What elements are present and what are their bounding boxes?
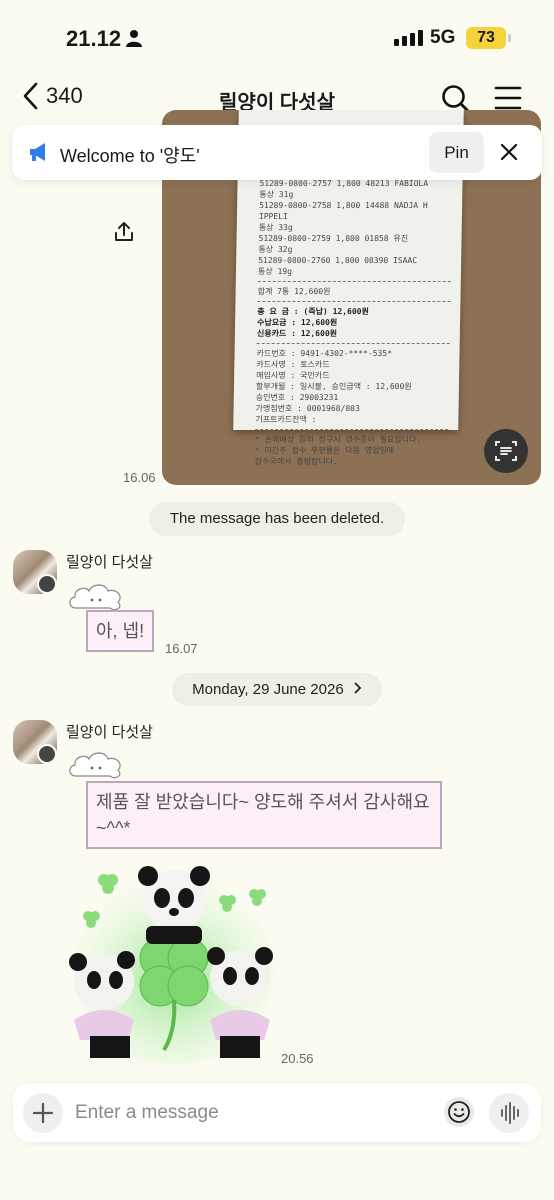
megaphone-icon	[30, 143, 45, 161]
receipt-line: 통상 33g	[258, 223, 293, 232]
receipt-line: 통상 19g	[257, 267, 293, 276]
receipt-line: 접수국에서 출발합니다.	[254, 457, 338, 466]
receipt-line: * 손해배상 등의 청구시 영수증이 필요합니다.	[254, 435, 422, 444]
avatar-badge	[37, 744, 57, 764]
receipt-line: 카드번호 : 9491-4302-****-535*	[256, 349, 393, 358]
receipt-line: 수납요금 : 12,600원	[257, 318, 338, 327]
notice-text: Welcome to '양도'	[60, 146, 200, 166]
message-time: 16.07	[165, 641, 198, 656]
pin-button[interactable]: Pin	[429, 132, 484, 173]
receipt-line: 매입사명 : 국민카드	[256, 371, 330, 380]
sender-name: 릴양이 다섯살	[66, 724, 153, 741]
receipt-line: 신용카드 : 12,600원	[256, 329, 338, 338]
receipt-line: IPPELI	[258, 212, 288, 221]
message-time: 20.56	[281, 1051, 314, 1066]
text-scan-icon	[495, 441, 517, 461]
deleted-message-notice: The message has been deleted.	[149, 502, 405, 536]
message-input[interactable]	[75, 1095, 435, 1131]
voice-wave-icon	[501, 1102, 519, 1124]
cloud-decoration-icon	[69, 584, 121, 611]
close-icon[interactable]	[497, 140, 521, 164]
sender-name: 릴양이 다섯살	[66, 554, 153, 571]
pinned-notice[interactable]: Welcome to '양도' Pin	[12, 125, 542, 180]
chevron-right-icon	[354, 682, 362, 694]
share-icon[interactable]	[112, 220, 136, 244]
text-scan-button[interactable]	[484, 429, 528, 473]
chat-area: 51289-0800-2757 1,800 48213 FABIOLA 통상 3…	[0, 0, 554, 1200]
date-divider-label: Monday, 29 June 2026	[192, 681, 344, 698]
receipt-line: 기프트카드잔액 :	[255, 415, 317, 424]
receipt-line: 통상 32g	[258, 245, 293, 254]
emoji-icon[interactable]	[443, 1096, 475, 1128]
receipt-line: 총 요 금 : (즉납) 12,600원	[257, 307, 369, 316]
receipt-line: 51289-0800-2758 1,800 14488 NADJA H	[259, 201, 428, 210]
plus-icon	[32, 1102, 54, 1124]
date-divider[interactable]: Monday, 29 June 2026	[172, 673, 382, 706]
cloud-decoration-icon	[69, 752, 121, 779]
receipt-line: 승인번호 : 29003231	[255, 393, 339, 402]
receipt-line: 할부개월 : 일시불, 승인금액 : 12,600원	[255, 382, 412, 391]
message-bubble[interactable]: 제품 잘 받았습니다~ 양도해 주셔서 감사해요 ~^^*	[86, 781, 442, 849]
receipt-line: 51289-0800-2760 1,800 08390 ISAAC	[258, 256, 418, 265]
receipt-line: * 미간주 접수 우편물은 다음 영업일에	[254, 446, 395, 455]
avatar-badge	[37, 574, 57, 594]
message-input-bar	[13, 1083, 541, 1142]
receipt-line: 통상 31g	[259, 190, 294, 199]
voice-button[interactable]	[489, 1093, 529, 1133]
message-bubble[interactable]: 아, 넵!	[86, 610, 155, 652]
message-time: 16.06	[123, 470, 156, 485]
plus-button[interactable]	[23, 1093, 63, 1133]
receipt-line: 51289-0800-2759 1,800 01858 유진	[258, 234, 409, 243]
panda-sticker[interactable]	[64, 860, 284, 1065]
avatar[interactable]	[13, 550, 57, 594]
receipt-line: 가맹점번호 : 0001968/803	[255, 404, 360, 413]
receipt-total-row: 합계 7통 12,600원	[257, 287, 331, 296]
receipt-line: 카드사명 : 토스카드	[256, 360, 330, 369]
avatar[interactable]	[13, 720, 57, 764]
